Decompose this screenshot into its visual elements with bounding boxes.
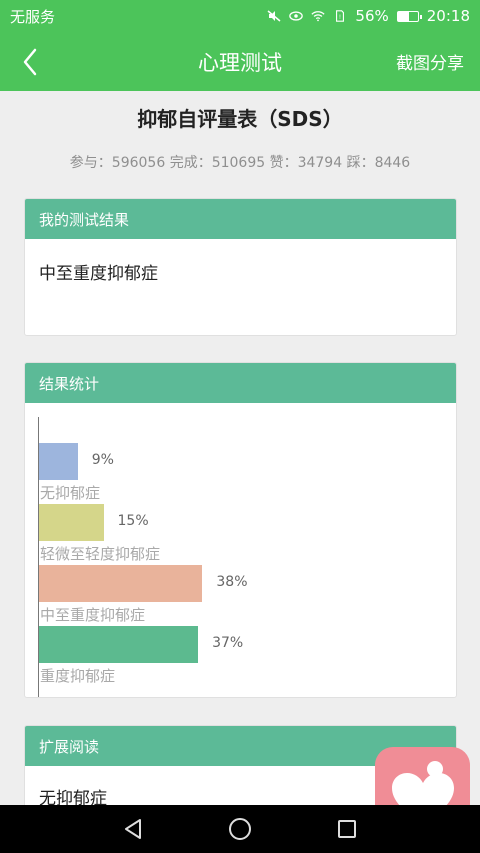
chart-category-label: 无抑郁症 bbox=[40, 484, 101, 502]
battery-icon bbox=[396, 10, 422, 22]
chart-value-label: 38% bbox=[216, 574, 248, 590]
chart-value-label: 9% bbox=[91, 452, 114, 468]
battery-percent: 56% bbox=[355, 7, 389, 25]
app-bar: 心理测试 截图分享 bbox=[0, 32, 480, 91]
content-scroll[interactable]: 抑郁自评量表（SDS） 参与：596056 完成：510695 赞：34794 … bbox=[0, 91, 480, 805]
stats-card-header: 结果统计 bbox=[25, 363, 456, 403]
chart-bar bbox=[39, 504, 104, 541]
chart-bar bbox=[39, 443, 78, 480]
sim-icon: ! bbox=[336, 10, 345, 22]
svg-text:!: ! bbox=[340, 15, 342, 21]
test-title: 抑郁自评量表（SDS） bbox=[137, 107, 343, 131]
nav-back-button[interactable] bbox=[113, 809, 153, 849]
back-button[interactable] bbox=[0, 32, 60, 91]
clock: 20:18 bbox=[426, 7, 470, 25]
stats-card: 结果统计 9% 无抑郁症 15% 轻微至轻度抑郁症 38% 中至重度抑郁症 37% 重度抑郁症 bbox=[24, 362, 457, 698]
chart-bar bbox=[39, 626, 199, 663]
result-stats-chart: 9% 无抑郁症 15% 轻微至轻度抑郁症 38% 中至重度抑郁症 37% 重度抑郁症 bbox=[25, 403, 456, 697]
result-card: 我的测试结果 中至重度抑郁症 bbox=[24, 198, 457, 336]
triangle-back-icon bbox=[125, 819, 142, 839]
chart-value-label: 15% bbox=[117, 513, 149, 529]
status-icons: ! 56% 20:18 bbox=[267, 7, 470, 25]
chart-category-label: 中至重度抑郁症 bbox=[40, 606, 146, 624]
carrier-text: 无服务 bbox=[10, 7, 56, 26]
square-recents-icon bbox=[337, 820, 356, 838]
mute-icon bbox=[267, 10, 281, 22]
system-nav-bar bbox=[0, 805, 480, 853]
result-card-header: 我的测试结果 bbox=[25, 199, 456, 239]
status-bar: 无服务 ! 56% 20:18 bbox=[0, 0, 480, 32]
nav-recents-button[interactable] bbox=[327, 809, 367, 849]
eye-icon bbox=[289, 11, 304, 21]
circle-home-icon bbox=[228, 818, 251, 840]
chart-category-label: 重度抑郁症 bbox=[40, 667, 116, 685]
screenshot-share-button[interactable]: 截图分享 bbox=[396, 49, 464, 74]
participation-stats: 参与：596056 完成：510695 赞：34794 踩：8446 bbox=[69, 155, 411, 171]
wifi-icon bbox=[311, 11, 326, 22]
chart-bar bbox=[39, 565, 203, 602]
result-text: 中至重度抑郁症 bbox=[39, 264, 158, 284]
battery-level bbox=[397, 11, 409, 21]
chart-value-label: 37% bbox=[212, 635, 244, 651]
chart-category-label: 轻微至轻度抑郁症 bbox=[40, 545, 161, 563]
chevron-left-icon bbox=[23, 48, 37, 75]
nav-home-button[interactable] bbox=[220, 809, 260, 849]
